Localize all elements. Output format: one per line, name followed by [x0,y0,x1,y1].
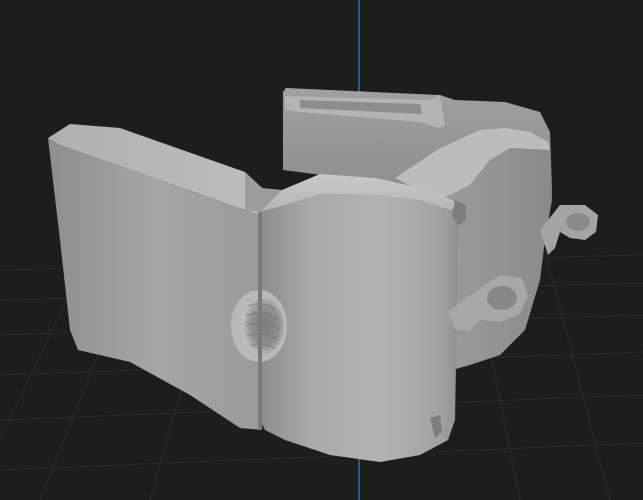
3d-viewport[interactable] [0,0,643,500]
mesh-object-icon[interactable] [48,88,598,462]
hook-lower-hole [487,286,517,310]
hook-upper-hole [566,213,590,231]
seam-shadow [258,212,262,430]
front-cylinder [260,176,460,462]
viewport-scene[interactable] [0,0,643,500]
